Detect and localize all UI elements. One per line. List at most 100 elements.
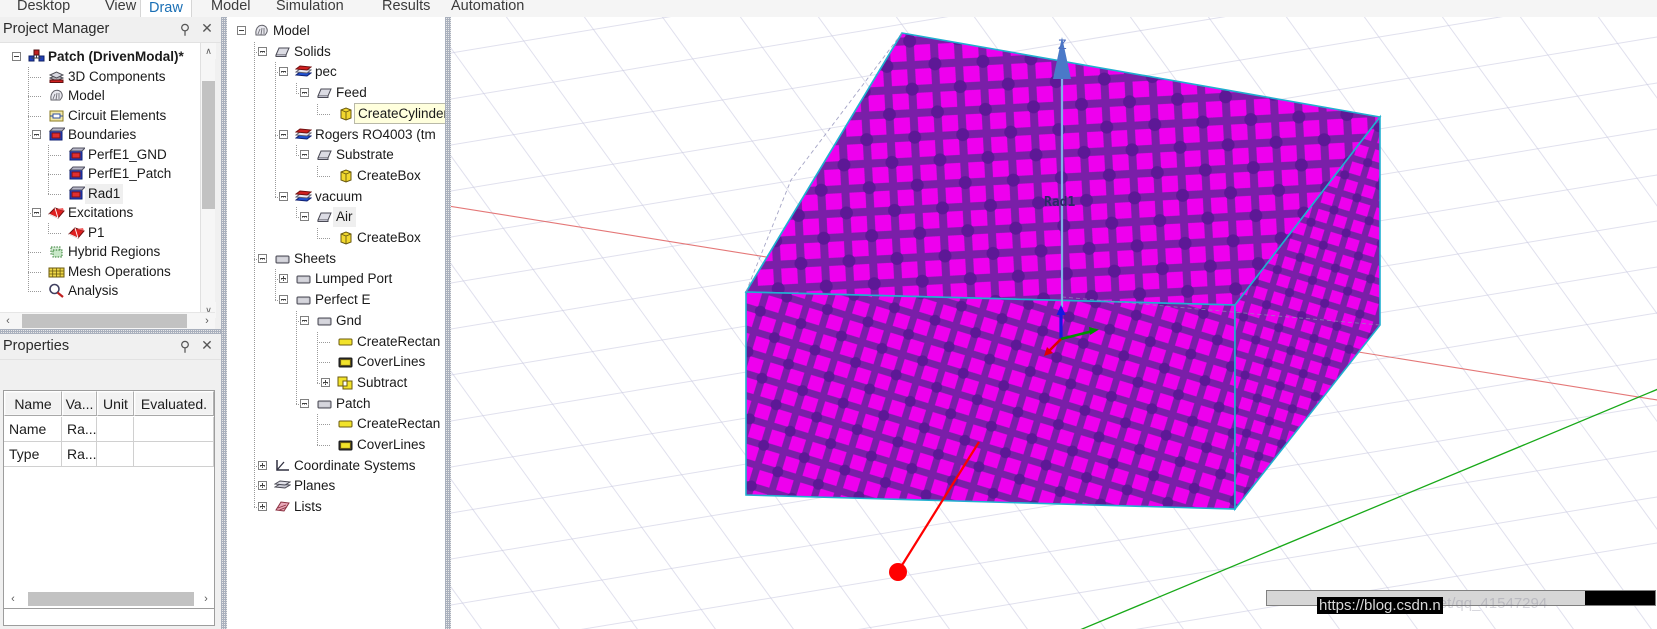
collapse-icon[interactable] <box>237 26 246 35</box>
properties-cell[interactable]: Ra... <box>62 442 97 467</box>
properties-cell[interactable] <box>97 417 134 442</box>
collapse-icon[interactable] <box>12 52 21 61</box>
material-icon <box>295 64 312 80</box>
project-tree-label: PerfE1_Patch <box>88 166 172 181</box>
project-manager-vscrollbar[interactable]: ∧ ∨ <box>200 43 216 318</box>
properties-titlebar: Properties ⚲ ✕ <box>0 334 221 360</box>
boundary-icon <box>68 186 85 202</box>
operation-icon <box>337 106 354 122</box>
tree-connector <box>296 310 297 405</box>
tree-connector <box>48 193 62 195</box>
scroll-left-arrow[interactable]: ‹ <box>5 591 21 607</box>
properties-cell[interactable] <box>134 417 214 442</box>
pin-icon[interactable]: ⚲ <box>177 338 193 354</box>
menu-item-simulation[interactable]: Simulation <box>268 0 352 17</box>
tree-connector <box>296 320 310 322</box>
properties-cell[interactable]: Name <box>4 417 62 442</box>
tree-connector <box>317 445 331 446</box>
tree-connector <box>48 154 62 156</box>
properties-hscrollbar[interactable]: ‹ › <box>3 590 215 609</box>
tree-connector <box>28 252 42 253</box>
tree-connector <box>296 207 297 219</box>
model-tree-label: Sheets <box>294 250 337 266</box>
tree-connector <box>275 62 276 198</box>
excitation-icon <box>68 225 85 241</box>
operation-icon <box>337 230 354 246</box>
tree-connector <box>317 341 331 343</box>
project-tree-label: Circuit Elements <box>68 107 167 123</box>
boundary-name-label: Rad1 <box>1044 195 1076 210</box>
circuit-icon <box>48 108 65 124</box>
model-3d-viewport[interactable]: Z Rad1 https://blog.csdn.net/qq_41547294… <box>451 17 1657 629</box>
properties-column-header[interactable]: Evaluated. <box>134 391 214 416</box>
radiation-box-model[interactable] <box>451 17 1657 629</box>
tree-connector <box>28 271 42 273</box>
analysis-icon <box>48 283 65 299</box>
tree-connector <box>317 382 331 384</box>
tree-connector <box>296 93 310 95</box>
properties-cell[interactable] <box>134 442 214 467</box>
close-icon[interactable]: ✕ <box>199 337 215 353</box>
mesh-icon <box>48 264 65 280</box>
project-tree-label: Mesh Operations <box>68 263 171 279</box>
scroll-up-arrow[interactable]: ∧ <box>201 43 216 59</box>
model-tree-label: Solids <box>294 43 331 59</box>
close-icon[interactable]: ✕ <box>199 20 215 36</box>
material-icon <box>295 127 312 143</box>
model-tree-label: Substrate <box>336 147 394 163</box>
model-tree-label: Patch <box>336 395 371 411</box>
pin-icon[interactable]: ⚲ <box>177 21 193 37</box>
menu-item-view[interactable]: View <box>97 0 144 17</box>
project-manager-tree[interactable]: Patch (DrivenModal)* 3D Components Model Ci… <box>0 43 206 318</box>
menu-item-automation[interactable]: Automation <box>443 0 532 17</box>
tree-connector <box>28 213 42 214</box>
scroll-thumb-h[interactable] <box>22 314 187 328</box>
properties-column-header[interactable]: Name <box>4 391 62 416</box>
properties-column-header[interactable]: Va... <box>62 391 97 416</box>
menu-item-desktop[interactable]: Desktop <box>9 0 78 17</box>
scroll-right-arrow[interactable]: › <box>198 591 214 607</box>
scroll-right-arrow[interactable]: › <box>199 313 215 329</box>
solid-icon <box>316 147 333 163</box>
properties-cell[interactable]: Type <box>4 442 62 467</box>
properties-cell[interactable]: Ra... <box>62 417 97 442</box>
scroll-thumb[interactable] <box>202 81 215 209</box>
tree-connector <box>296 83 297 95</box>
tree-connector <box>254 486 268 488</box>
tree-connector <box>28 76 42 78</box>
tree-connector <box>254 465 268 467</box>
tree-connector <box>254 258 268 260</box>
model-tree-label: CoverLines <box>357 437 426 452</box>
properties-row[interactable]: Type Ra... <box>4 442 214 467</box>
cover-icon <box>337 354 354 370</box>
project-tree-label: Excitations <box>68 205 134 220</box>
properties-title: Properties <box>3 338 70 354</box>
menu-item-draw[interactable]: Draw <box>140 0 192 17</box>
tree-connector <box>275 196 289 198</box>
scroll-left-arrow[interactable]: ‹ <box>0 313 16 329</box>
properties-cell[interactable] <box>97 442 134 467</box>
tree-connector <box>275 269 276 302</box>
tree-connector <box>48 232 62 234</box>
viewport-scroll-track[interactable] <box>1585 591 1655 605</box>
tree-connector <box>28 96 42 97</box>
tree-connector <box>296 403 310 405</box>
project-manager-hscrollbar[interactable]: ‹ › <box>0 312 215 329</box>
menu-item-model[interactable]: Model <box>203 0 259 17</box>
project-tree-label: P1 <box>88 224 105 240</box>
model-tree-label: Air <box>333 207 356 228</box>
menu-item-results[interactable]: Results <box>374 0 438 17</box>
properties-row[interactable]: Name Ra... <box>4 417 214 442</box>
project-tree-label: Boundaries <box>68 127 137 142</box>
operation-icon <box>337 168 354 184</box>
boundary-icon <box>68 147 85 163</box>
tree-connector <box>28 291 42 292</box>
sheet-icon <box>274 251 291 267</box>
material-icon <box>295 189 312 205</box>
box-front-face <box>745 291 1236 510</box>
model-tree-label: CreateRectan <box>357 333 441 349</box>
model-tree[interactable]: Model Solids pec Feed CreateCylinder Rogers R… <box>227 17 451 629</box>
properties-column-header[interactable]: Unit <box>97 391 134 416</box>
scroll-thumb-h[interactable] <box>28 592 194 606</box>
model-tree-label: Coordinate Systems <box>294 457 416 473</box>
